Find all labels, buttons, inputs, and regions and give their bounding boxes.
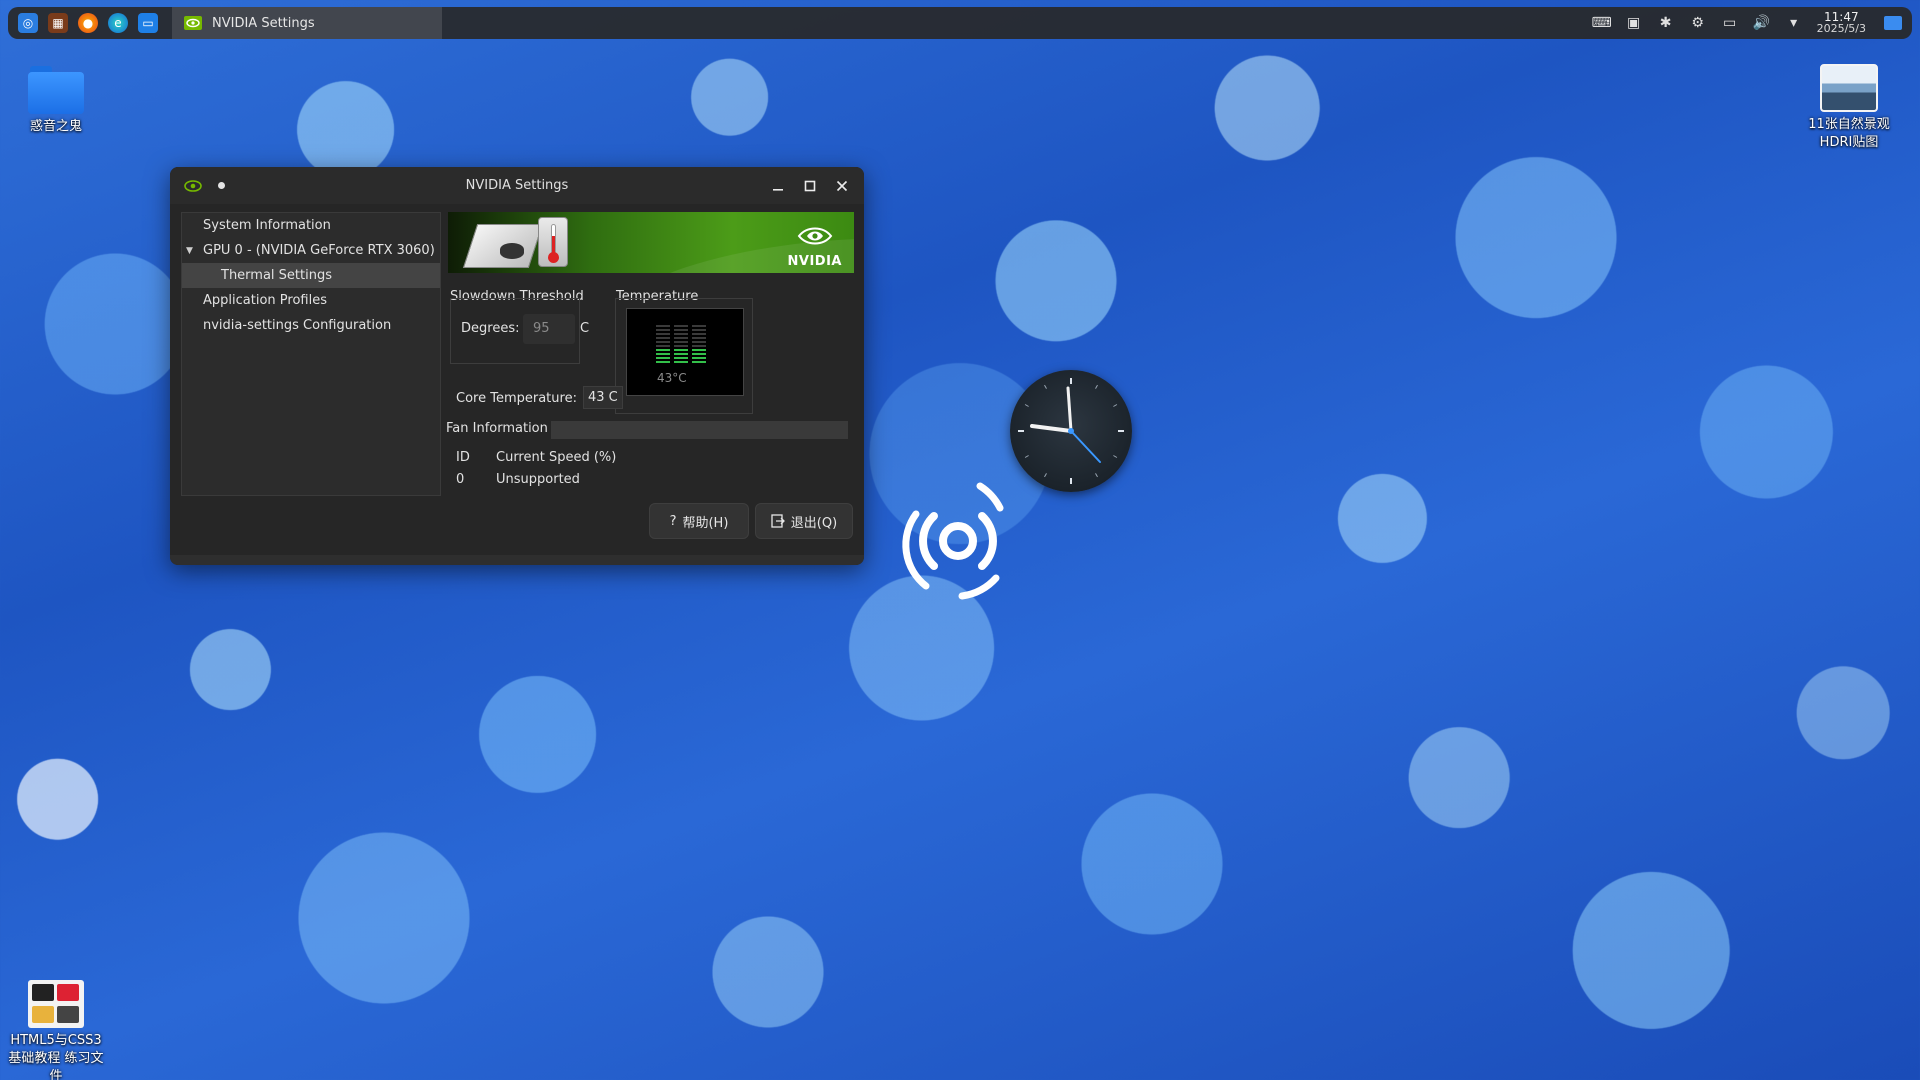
help-button[interactable]: ? 帮助(H) xyxy=(649,503,749,539)
taskbar-task-nvidia-settings[interactable]: NVIDIA Settings xyxy=(172,7,442,39)
close-icon xyxy=(836,180,848,191)
tree-item-label: Thermal Settings xyxy=(221,268,332,283)
nvidia-eye-icon xyxy=(184,16,202,30)
thermal-settings-pane: NVIDIA Slowdown Threshold Degrees: 95 C … xyxy=(446,212,854,502)
pin-dot-icon[interactable] xyxy=(218,182,225,189)
tree-item-thermal-settings[interactable]: Thermal Settings xyxy=(182,263,440,288)
temperature-gauge: 43°C xyxy=(626,308,744,396)
clock-hour-hand xyxy=(1030,424,1073,433)
temperature-level-bars xyxy=(656,325,706,365)
archive-file-icon xyxy=(28,980,84,1028)
start-menu-icon[interactable]: ◎ xyxy=(18,13,38,33)
degrees-label: Degrees: xyxy=(461,321,520,336)
window-title: NVIDIA Settings xyxy=(465,178,569,193)
nvidia-logo: NVIDIA xyxy=(788,224,842,269)
firefox-icon[interactable]: ● xyxy=(78,13,98,33)
maximize-button[interactable] xyxy=(802,178,818,194)
clipboard-icon[interactable]: ▣ xyxy=(1625,14,1643,32)
app-launcher-icon[interactable]: ▦ xyxy=(48,13,68,33)
temperature-bar xyxy=(656,333,706,335)
help-question-icon: ? xyxy=(669,513,677,529)
tree-item-label: nvidia-settings Configuration xyxy=(203,318,392,333)
fan-row-id: 0 xyxy=(456,472,465,487)
fan-row-speed: Unsupported xyxy=(496,472,580,487)
core-temperature-label: Core Temperature: xyxy=(456,391,577,406)
desktop-icon-label: HTML5与CSS3基础教程 练习文件 xyxy=(8,1033,104,1080)
temperature-bar xyxy=(656,337,706,339)
thermometer-icon xyxy=(538,217,568,267)
degrees-input[interactable]: 95 xyxy=(523,314,575,344)
temperature-bar xyxy=(656,341,706,343)
temperature-bar xyxy=(656,361,706,363)
file-manager-icon[interactable]: ▭ xyxy=(138,13,158,33)
temperature-bar xyxy=(656,329,706,331)
temperature-readout: 43°C xyxy=(657,371,687,385)
window-content: System Information ▼ GPU 0 - (NVIDIA GeF… xyxy=(181,212,854,565)
temperature-bar xyxy=(656,353,706,355)
tray-expand-chevron-icon[interactable]: ▾ xyxy=(1785,14,1803,32)
clock-minute-hand xyxy=(1066,386,1073,433)
display-icon[interactable]: ▭ xyxy=(1721,14,1739,32)
nvidia-logo-text: NVIDIA xyxy=(787,254,842,269)
image-file-icon xyxy=(1820,64,1878,112)
analog-clock-widget[interactable] xyxy=(1010,370,1132,492)
window-controls xyxy=(770,178,850,194)
nvidia-eye-icon xyxy=(184,179,202,192)
clock-second-hand xyxy=(1070,430,1101,463)
desktop-icon-folder[interactable]: 惑音之鬼 xyxy=(1,64,111,136)
clock-face xyxy=(1018,378,1124,484)
temperature-bar xyxy=(656,345,706,347)
temperature-bar xyxy=(656,357,706,359)
tree-item-nvidia-settings-configuration[interactable]: nvidia-settings Configuration xyxy=(182,313,440,338)
tree-item-label: Application Profiles xyxy=(203,293,327,308)
tree-item-application-profiles[interactable]: Application Profiles xyxy=(182,288,440,313)
fan-header-id: ID xyxy=(456,450,470,465)
window-titlebar[interactable]: NVIDIA Settings xyxy=(170,167,864,204)
desktop-icon-label: 惑音之鬼 xyxy=(29,119,82,134)
settings-gear-icon[interactable]: ⚙ xyxy=(1689,14,1707,32)
core-temperature-value: 43 C xyxy=(583,386,623,409)
minimize-icon xyxy=(773,188,783,191)
close-button[interactable] xyxy=(834,178,850,194)
launcher-area: ◎ ▦ ● e ▭ xyxy=(18,13,158,33)
nvidia-settings-window: NVIDIA Settings System Information ▼ GPU… xyxy=(170,167,864,565)
tree-item-label: GPU 0 - (NVIDIA GeForce RTX 3060) xyxy=(203,243,435,258)
fan-information-separator xyxy=(551,421,848,439)
loading-spinner-icon xyxy=(902,482,1004,600)
fan-header-current-speed: Current Speed (%) xyxy=(496,450,617,465)
tree-item-label: System Information xyxy=(203,218,331,233)
help-button-label: 帮助(H) xyxy=(682,515,729,531)
taskbar: ◎ ▦ ● e ▭ NVIDIA Settings ⌨ ▣ ✱ ⚙ ▭ 🔊 ▾ … xyxy=(8,7,1912,39)
volume-icon[interactable]: 🔊 xyxy=(1753,14,1771,32)
nvidia-eye-icon xyxy=(797,227,833,245)
clock-date: 2025/5/3 xyxy=(1816,22,1866,35)
desktop-icon-html5[interactable]: HTML5与CSS3基础教程 练习文件 xyxy=(1,980,111,1080)
minimize-button[interactable] xyxy=(770,178,786,194)
desktop-icon-label: 11张自然景观HDRI贴图 xyxy=(1808,117,1890,150)
window-bottom-edge xyxy=(170,555,864,565)
edge-browser-icon[interactable]: e xyxy=(108,13,128,33)
keyboard-icon[interactable]: ⌨ xyxy=(1591,14,1611,32)
quit-exit-icon xyxy=(771,514,785,528)
maximize-icon xyxy=(804,180,816,191)
folder-icon xyxy=(28,64,84,114)
degrees-unit: C xyxy=(580,321,590,336)
system-tray: ⌨ ▣ ✱ ⚙ ▭ 🔊 ▾ 11:47 2025/5/3 xyxy=(1591,11,1902,35)
expander-triangle-icon[interactable]: ▼ xyxy=(186,246,200,256)
thermal-banner: NVIDIA xyxy=(448,212,854,273)
temperature-bar xyxy=(656,325,706,327)
quit-button-label: 退出(Q) xyxy=(790,515,838,531)
fan-information-title: Fan Information xyxy=(446,421,548,436)
quit-button[interactable]: 退出(Q) xyxy=(755,503,853,539)
show-desktop-button[interactable] xyxy=(1884,16,1902,30)
tree-item-system-information[interactable]: System Information xyxy=(182,213,440,238)
temperature-bar xyxy=(656,349,706,351)
tree-item-gpu-0[interactable]: ▼ GPU 0 - (NVIDIA GeForce RTX 3060) xyxy=(182,238,440,263)
taskbar-task-title: NVIDIA Settings xyxy=(212,15,315,31)
taskbar-clock[interactable]: 11:47 2025/5/3 xyxy=(1817,11,1866,35)
bluetooth-icon[interactable]: ✱ xyxy=(1657,14,1675,32)
desktop-icon-hdri[interactable]: 11张自然景观HDRI贴图 xyxy=(1794,64,1904,152)
navigation-tree: System Information ▼ GPU 0 - (NVIDIA GeF… xyxy=(181,212,441,496)
